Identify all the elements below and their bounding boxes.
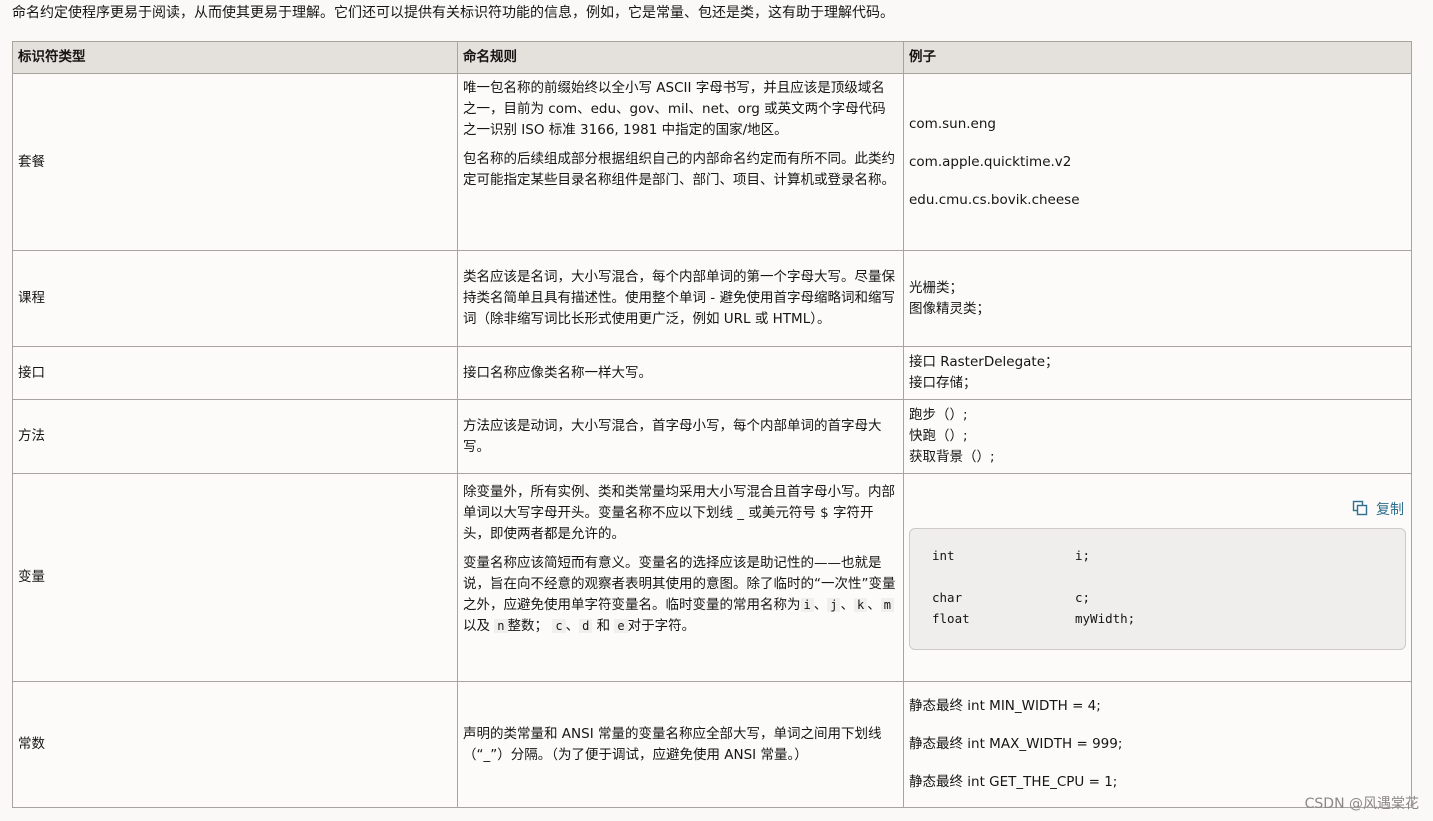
code-token: e — [614, 619, 628, 633]
example-line: 光栅类； — [909, 279, 963, 296]
code-token: n — [494, 619, 508, 633]
copy-label: 复制 — [1376, 501, 1404, 518]
intro-paragraph: 命名约定使程序更易于阅读，从而使其更易于理解。它们还可以提供有关标识符功能的信息… — [12, 5, 894, 21]
examples-cell: com.sun.eng com.apple.quicktime.v2 edu.c… — [903, 73, 1412, 251]
rule-paragraph: 变量名称应该简短而有意义。变量名的选择应该是助记性的——也就是说，旨在向不经意的… — [463, 553, 898, 637]
table-row-methods: 方法 方法应该是动词，大小写混合，首字母小写，每个内部单词的首字母大写。 跑步（… — [12, 399, 1412, 474]
examples-cell: 复制 int i; char c; float myWidth; — [903, 473, 1412, 682]
header-naming-rules: 命名规则 — [457, 41, 904, 74]
example-line: edu.cmu.cs.bovik.cheese — [909, 191, 1080, 208]
header-examples: 例子 — [903, 41, 1412, 74]
rule-paragraph: 唯一包名称的前缀始终以全小写 ASCII 字母书写，并且应该是顶级域名之一，目前… — [463, 80, 886, 138]
table-row-packages: 套餐 唯一包名称的前缀始终以全小写 ASCII 字母书写，并且应该是顶级域名之一… — [12, 73, 1412, 251]
rule-paragraph: 类名应该是名词，大小写混合，每个内部单词的第一个字母大写。尽量保持类名简单且具有… — [463, 269, 895, 327]
code-token: i — [800, 598, 814, 612]
code-type: char — [932, 589, 963, 605]
rule-cell: 除变量外，所有实例、类和类常量均采用大小写混合且首字母小写。内部单词以大写字母开… — [457, 473, 904, 682]
table-row-constants: 常数 声明的类常量和 ANSI 常量的变量名称应全部大写，单词之间用下划线（“_… — [12, 681, 1412, 808]
code-token: d — [579, 619, 593, 633]
example-line: 静态最终 int MAX_WIDTH = 999; — [909, 736, 1123, 752]
rule-text: 整数； — [507, 618, 549, 634]
examples-cell: 静态最终 int MIN_WIDTH = 4; 静态最终 int MAX_WID… — [903, 681, 1412, 808]
code-name: myWidth; — [1075, 610, 1136, 626]
example-line: 获取背景（）; — [909, 449, 995, 465]
code-token: m — [880, 598, 894, 612]
code-line: char c; — [932, 587, 1383, 608]
separator: 、 — [840, 597, 854, 613]
separator: 、 — [867, 597, 881, 613]
example-line: 快跑（）; — [909, 428, 968, 444]
copy-icon — [1352, 500, 1368, 515]
header-identifier-type: 标识符类型 — [12, 41, 458, 74]
separator: 以及 — [463, 618, 495, 634]
naming-conventions-table: 标识符类型 命名规则 例子 套餐 唯一包名称的前缀始终以全小写 ASCII 字母… — [12, 41, 1412, 808]
example-line: 静态最终 int MIN_WIDTH = 4; — [909, 698, 1101, 714]
code-token: j — [827, 598, 841, 612]
type-cell: 课程 — [12, 250, 458, 347]
rule-paragraph: 包名称的后续组成部分根据组织自己的内部命名约定而有所不同。此类约定可能指定某些目… — [463, 151, 895, 188]
rule-text: 对于字符。 — [627, 618, 696, 634]
type-cell: 方法 — [12, 399, 458, 474]
copy-button[interactable]: 复制 — [1352, 500, 1404, 518]
rule-cell: 唯一包名称的前缀始终以全小写 ASCII 字母书写，并且应该是顶级域名之一，目前… — [457, 73, 904, 251]
example-line: com.sun.eng — [909, 115, 996, 132]
code-type: float — [932, 610, 970, 626]
type-cell: 常数 — [12, 681, 458, 808]
code-name: c; — [1075, 589, 1091, 605]
examples-cell: 光栅类； 图像精灵类； — [903, 250, 1412, 347]
type-cell: 接口 — [12, 346, 458, 400]
table-row-interfaces: 接口 接口名称应像类名称一样大写。 接口 RasterDelegate； 接口存… — [12, 346, 1412, 400]
table-row-classes: 课程 类名应该是名词，大小写混合，每个内部单词的第一个字母大写。尽量保持类名简单… — [12, 250, 1412, 347]
code-token: c — [552, 619, 566, 633]
watermark: CSDN @风遇棠花 — [1304, 796, 1419, 812]
table-row-variables: 变量 除变量外，所有实例、类和类常量均采用大小写混合且首字母小写。内部单词以大写… — [12, 473, 1412, 682]
type-cell: 变量 — [12, 473, 458, 682]
type-cell: 套餐 — [12, 73, 458, 251]
rule-cell: 接口名称应像类名称一样大写。 — [457, 346, 904, 400]
code-name: i; — [1075, 547, 1091, 563]
example-line: 接口存储； — [909, 375, 977, 391]
rule-cell: 类名应该是名词，大小写混合，每个内部单词的第一个字母大写。尽量保持类名简单且具有… — [457, 250, 904, 347]
code-type: int — [932, 547, 955, 563]
rule-cell: 方法应该是动词，大小写混合，首字母小写，每个内部单词的首字母大写。 — [457, 399, 904, 474]
rule-cell: 声明的类常量和 ANSI 常量的变量名称应全部大写，单词之间用下划线（“_”）分… — [457, 681, 904, 808]
separator: 和 — [592, 618, 615, 634]
code-line: int i; — [932, 545, 1383, 566]
example-line: com.apple.quicktime.v2 — [909, 153, 1072, 170]
example-line: 图像精灵类； — [909, 300, 990, 317]
table-header-row: 标识符类型 命名规则 例子 — [12, 41, 1412, 74]
copy-row: 复制 — [909, 500, 1406, 521]
rule-paragraph: 除变量外，所有实例、类和类常量均采用大小写混合且首字母小写。内部单词以大写字母开… — [463, 484, 895, 542]
examples-cell: 接口 RasterDelegate； 接口存储； — [903, 346, 1412, 400]
code-token: k — [853, 598, 868, 612]
separator: 、 — [813, 597, 828, 613]
separator: 、 — [565, 618, 580, 634]
example-line: 接口 RasterDelegate； — [909, 354, 1059, 370]
example-line: 跑步（）; — [909, 407, 968, 423]
code-block: int i; char c; float myWidth; — [909, 527, 1406, 650]
example-line: 静态最终 int GET_THE_CPU = 1; — [909, 774, 1118, 790]
code-line: float myWidth; — [932, 608, 1383, 629]
examples-cell: 跑步（）; 快跑（）; 获取背景（）; — [903, 399, 1412, 474]
